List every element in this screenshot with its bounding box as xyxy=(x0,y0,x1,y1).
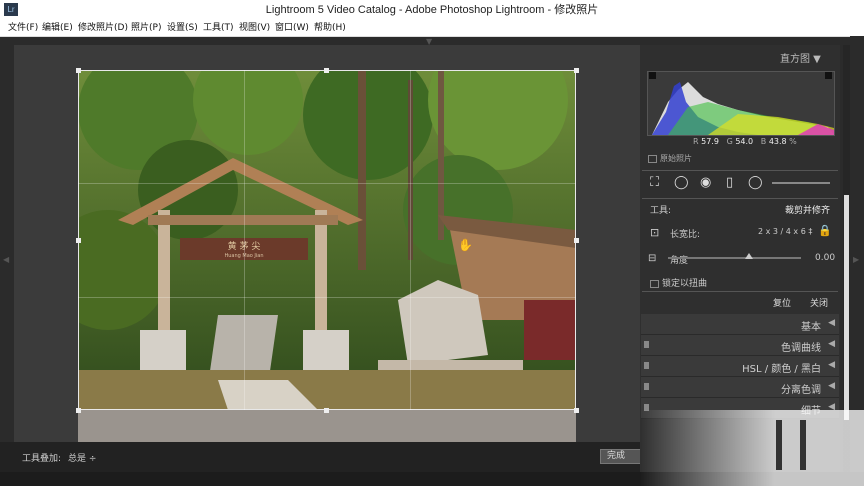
photo-outside-crop xyxy=(78,410,576,442)
watermark-mark xyxy=(776,420,782,470)
angle-slider-knob[interactable] xyxy=(745,253,753,259)
adjustment-brush-slider[interactable] xyxy=(772,182,830,184)
menu-develop[interactable]: 修改照片(D) xyxy=(78,20,128,36)
red-eye-icon[interactable]: ◉ xyxy=(700,176,711,190)
section-hsl[interactable]: HSL / 颜色 / 黑白 ◀ xyxy=(641,356,839,377)
menu-file[interactable]: 文件(F) xyxy=(8,20,38,36)
angle-value[interactable]: 0.00 xyxy=(815,253,835,263)
crop-handle-left[interactable] xyxy=(76,238,81,243)
crop-grid-line xyxy=(78,297,576,298)
top-right-fade xyxy=(594,0,864,36)
angle-slider[interactable] xyxy=(668,257,801,259)
right-edge-strip xyxy=(850,36,864,472)
menu-window[interactable]: 窗口(W) xyxy=(275,20,309,36)
crop-handle-top[interactable] xyxy=(324,68,329,73)
crop-frame-tool-icon[interactable]: ⊡ xyxy=(650,226,659,239)
menu-tools[interactable]: 工具(T) xyxy=(203,20,234,36)
menu-photo[interactable]: 照片(P) xyxy=(131,20,161,36)
straighten-tool-icon[interactable]: ⊟ xyxy=(648,253,656,264)
crop-tool-icon[interactable]: ⛶ xyxy=(650,176,659,190)
crop-frame[interactable] xyxy=(78,70,576,410)
right-panel-toggle-icon[interactable]: ▶ xyxy=(853,255,859,264)
highlight-clip-indicator-icon[interactable] xyxy=(825,72,832,79)
tool-strip xyxy=(642,170,838,199)
lock-warp-checkbox[interactable]: 锁定以扭曲 xyxy=(650,276,707,289)
crop-handle-right[interactable] xyxy=(574,238,579,243)
menu-view[interactable]: 视图(V) xyxy=(239,20,270,36)
histogram xyxy=(647,71,835,136)
spot-removal-icon[interactable]: ◯ xyxy=(674,176,689,190)
hand-cursor-icon: ✋ xyxy=(458,238,473,252)
panel-switch-icon[interactable] xyxy=(644,362,649,369)
section-tone-curve[interactable]: 色调曲线 ◀ xyxy=(641,335,839,356)
rgb-readout: R 57.9 G 54.0 B 43.8 % xyxy=(693,137,797,146)
reset-button[interactable]: 复位 xyxy=(773,296,791,309)
bottom-toolbar: 工具叠加: 总是 ÷ xyxy=(0,442,640,472)
tool-overlay-label: 工具叠加: xyxy=(22,454,62,464)
panel-switch-icon[interactable] xyxy=(644,383,649,390)
tool-overlay-select[interactable]: 总是 ÷ xyxy=(68,451,96,464)
radial-filter-icon[interactable]: ◯ xyxy=(748,176,763,190)
tool-name: 裁剪并修齐 xyxy=(785,206,831,216)
crop-handle-top-left[interactable] xyxy=(76,68,81,73)
crop-handle-bottom[interactable] xyxy=(324,408,329,413)
menu-settings[interactable]: 设置(S) xyxy=(167,20,198,36)
crop-grid-line xyxy=(410,70,411,410)
tool-label: 工具: xyxy=(650,206,672,216)
angle-label: 角度 xyxy=(670,256,689,266)
aspect-label: 长宽比: xyxy=(670,230,701,240)
close-button[interactable]: 关闭 xyxy=(810,296,828,309)
watermark-fade xyxy=(640,410,864,486)
section-basic[interactable]: 基本 ◀ xyxy=(641,314,839,335)
crop-grid-line xyxy=(244,70,245,410)
lock-icon[interactable]: 🔒 xyxy=(818,224,832,237)
left-panel-toggle-icon[interactable]: ◀ xyxy=(3,255,9,264)
crop-handle-bottom-left[interactable] xyxy=(76,408,81,413)
crop-grid-line xyxy=(78,183,576,184)
crop-handle-top-right[interactable] xyxy=(574,68,579,73)
original-photo-toggle[interactable]: 原始照片 xyxy=(648,153,692,164)
graduated-filter-icon[interactable]: ▯ xyxy=(726,176,733,190)
menu-edit[interactable]: 编辑(E) xyxy=(42,20,73,36)
section-split-toning[interactable]: 分离色调 ◀ xyxy=(641,377,839,398)
shadow-clip-indicator-icon[interactable] xyxy=(649,72,656,79)
aspect-select[interactable]: 2 x 3 / 4 x 6 ‡ xyxy=(758,227,812,236)
panel-scrollbar-thumb[interactable] xyxy=(844,195,849,420)
watermark-mark xyxy=(800,420,806,470)
panel-switch-icon[interactable] xyxy=(644,341,649,348)
histogram-title[interactable]: 直方图 ▼ xyxy=(780,50,821,65)
divider xyxy=(642,291,838,292)
menu-help[interactable]: 帮助(H) xyxy=(314,20,346,36)
crop-handle-bottom-right[interactable] xyxy=(574,408,579,413)
